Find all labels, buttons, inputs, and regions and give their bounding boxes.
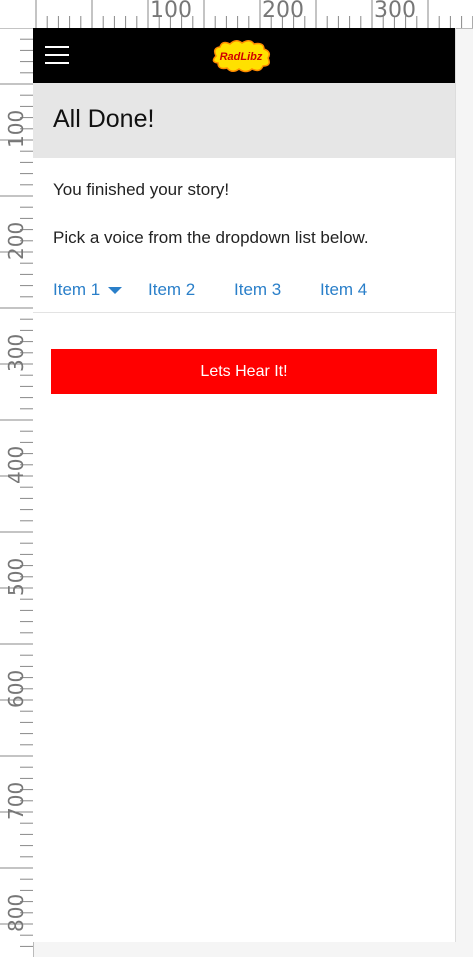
voice-instructions-text: Pick a voice from the dropdown list belo… xyxy=(53,228,369,247)
ruler-label-v300: 300 xyxy=(4,333,28,372)
content-card: You finished your story! Pick a voice fr… xyxy=(33,158,455,313)
tab-item-3-label: Item 3 xyxy=(234,280,282,299)
tab-item-1-label: Item 1 xyxy=(53,280,101,299)
tab-item-4[interactable]: Item 4 xyxy=(320,280,367,300)
tab-item-4-label: Item 4 xyxy=(320,280,368,299)
lets-hear-it-button[interactable]: Lets Hear It! xyxy=(51,349,437,394)
hamburger-icon[interactable] xyxy=(45,46,69,64)
horizontal-ruler: 100 200 300 xyxy=(33,0,473,29)
caret-down-icon[interactable] xyxy=(108,287,123,295)
radlibz-logo: RadLibz xyxy=(212,40,271,73)
ruler-label-v500: 500 xyxy=(4,557,28,596)
top-app-bar: RadLibz xyxy=(33,28,455,83)
ruler-label-v200: 200 xyxy=(4,221,28,260)
page-title: All Done! xyxy=(53,105,155,133)
ruler-corner xyxy=(0,0,33,28)
ruler-label-v100: 100 xyxy=(4,109,28,148)
tab-item-2-label: Item 2 xyxy=(148,280,196,299)
tab-item-2[interactable]: Item 2 xyxy=(148,280,195,300)
ruler-label-v800: 800 xyxy=(4,893,28,932)
story-finished-text: You finished your story! xyxy=(53,180,230,199)
ruler-label-200: 200 xyxy=(262,0,304,23)
tab-item-1[interactable]: Item 1 xyxy=(53,280,123,300)
tab-item-3[interactable]: Item 3 xyxy=(234,280,281,300)
page-header: All Done! xyxy=(33,83,455,158)
ruler-label-300: 300 xyxy=(374,0,416,23)
app-frame: RadLibz All Done! You finished your stor… xyxy=(33,28,456,942)
ruler-label-v400: 400 xyxy=(4,445,28,484)
svg-text:RadLibz: RadLibz xyxy=(220,51,263,63)
ruler-label-v700: 700 xyxy=(4,781,28,820)
ruler-label-v600: 600 xyxy=(4,669,28,708)
ruler-label-100: 100 xyxy=(150,0,192,23)
vertical-ruler: 100 200 300 400 500 600 700 800 xyxy=(0,28,34,957)
